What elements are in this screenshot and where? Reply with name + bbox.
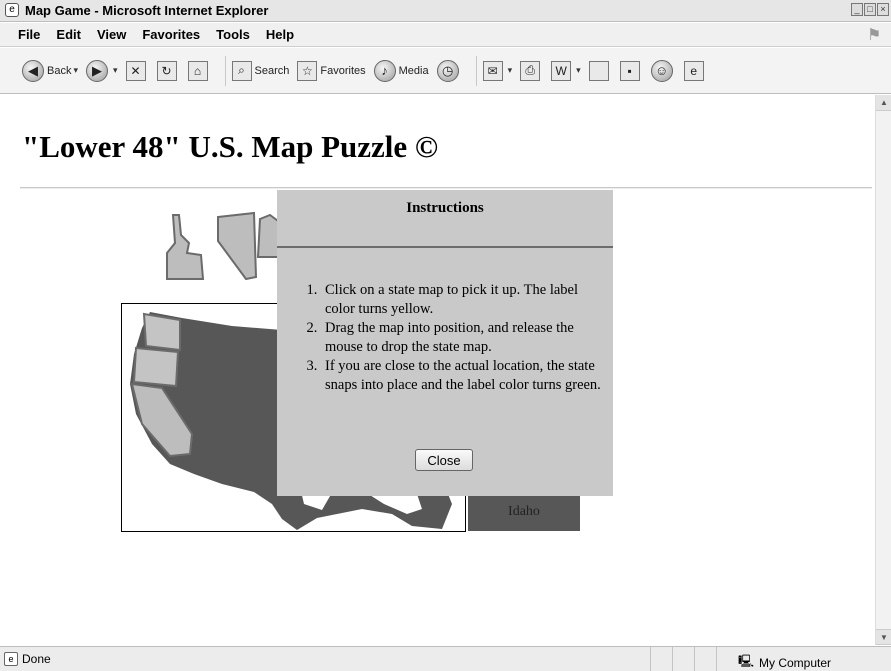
status-cells	[650, 647, 738, 671]
chevron-down-icon[interactable]: ▾	[73, 65, 78, 76]
dialog-title: Instructions	[406, 200, 484, 216]
refresh-button[interactable]: ↻	[156, 60, 180, 81]
windows-logo-icon: ⚑	[867, 27, 882, 44]
zone-label: My Computer	[759, 655, 832, 670]
chevron-down-icon[interactable]: ▾	[113, 65, 118, 76]
favorites-label: Favorites	[320, 64, 366, 77]
dialog-divider	[277, 246, 613, 248]
chevron-down-icon[interactable]: ▾	[508, 65, 513, 76]
toolbar: ◀ Back ▾ ▶ ▾ ✕ ↻ ⌂ ⌕ Search ☆ Favorites …	[0, 48, 891, 94]
mail-button[interactable]: ✉ ▾	[482, 60, 513, 81]
messenger-icon: ☺	[650, 59, 673, 82]
toolbar-divider	[224, 55, 226, 86]
media-label: Media	[398, 64, 429, 77]
scroll-up-icon[interactable]: ▲	[876, 95, 891, 111]
back-arrow-icon: ◀	[22, 59, 44, 82]
back-button[interactable]: ◀ Back ▾	[22, 59, 78, 82]
research-icon: ▪	[619, 60, 640, 81]
ebay-icon: e	[683, 60, 704, 81]
security-zone: 🖳 My Computer	[738, 652, 831, 671]
toolbar-divider	[475, 55, 477, 86]
page-title-text: "Lower 48" U.S. Map Puzzle	[22, 129, 408, 164]
print-button[interactable]: ⎙	[520, 60, 543, 81]
status-cell	[694, 647, 716, 671]
menu-help[interactable]: Help	[266, 27, 294, 42]
menu-view[interactable]: View	[97, 27, 126, 42]
search-icon: ⌕	[231, 60, 252, 81]
copyright-icon: ©	[414, 129, 439, 164]
stop-button[interactable]: ✕	[125, 60, 149, 81]
chevron-down-icon[interactable]: ▾	[576, 65, 581, 76]
menu-tools[interactable]: Tools	[216, 27, 250, 42]
window-controls: _ □ ×	[851, 3, 889, 16]
instructions-list: Click on a state map to pick it up. The …	[301, 281, 601, 395]
media-button[interactable]: ♪ Media	[373, 59, 429, 82]
instructions-dialog: Instructions Click on a state map to pic…	[277, 190, 613, 496]
mail-icon: ✉	[482, 60, 503, 81]
media-icon: ♪	[373, 59, 396, 82]
stop-icon: ✕	[125, 60, 146, 81]
research-button[interactable]: ▪	[619, 60, 643, 81]
page-title: "Lower 48" U.S. Map Puzzle ©	[22, 129, 438, 165]
scroll-down-icon[interactable]: ▼	[876, 629, 891, 645]
instruction-step: Drag the map into position, and release …	[321, 319, 601, 357]
back-label: Back	[47, 64, 72, 77]
history-icon: ◷	[436, 59, 459, 82]
forward-button[interactable]: ▶ ▾	[86, 59, 118, 82]
window-title: Map Game - Microsoft Internet Explorer	[25, 3, 269, 18]
computer-icon: 🖳	[738, 654, 755, 668]
search-button[interactable]: ⌕ Search	[231, 60, 290, 81]
menu-favorites[interactable]: Favorites	[142, 27, 200, 42]
star-icon: ☆	[297, 60, 318, 81]
state-piece-nevada[interactable]	[214, 211, 258, 281]
status-bar: e Done 🖳 My Computer	[0, 646, 891, 671]
home-button[interactable]: ⌂	[187, 60, 211, 81]
discuss-button[interactable]	[588, 60, 612, 81]
state-piece-idaho[interactable]	[163, 213, 207, 283]
search-label: Search	[254, 64, 290, 77]
history-button[interactable]: ◷	[436, 59, 462, 82]
word-icon: W	[551, 60, 572, 81]
status-cell	[716, 647, 738, 671]
forward-arrow-icon: ▶	[86, 59, 108, 82]
status-cell	[672, 647, 694, 671]
edit-button[interactable]: W ▾	[551, 60, 581, 81]
instruction-step: If you are close to the actual location,…	[321, 357, 601, 395]
status-text: Done	[22, 652, 51, 666]
vertical-scrollbar[interactable]: ▲ ▼	[875, 95, 891, 645]
print-icon: ⎙	[520, 60, 541, 81]
instruction-step: Click on a state map to pick it up. The …	[321, 281, 601, 319]
favorites-button[interactable]: ☆ Favorites	[297, 60, 366, 81]
ebay-button[interactable]: e	[683, 60, 707, 81]
refresh-icon: ↻	[156, 60, 177, 81]
page-icon: e	[4, 652, 18, 666]
horizontal-rule	[20, 187, 872, 189]
state-label-box: Idaho	[468, 493, 580, 531]
page-content: "Lower 48" U.S. Map Puzzle © Idaho Instr…	[0, 95, 875, 645]
maximize-icon[interactable]: □	[864, 3, 876, 16]
minimize-icon[interactable]: _	[851, 3, 863, 16]
window-titlebar: e Map Game - Microsoft Internet Explorer…	[0, 0, 891, 22]
close-button[interactable]: Close	[415, 449, 473, 471]
status-cell	[650, 647, 672, 671]
menu-edit[interactable]: Edit	[56, 27, 81, 42]
menu-bar: File Edit View Favorites Tools Help ⚑	[0, 23, 891, 47]
ie-icon: e	[5, 3, 19, 17]
messenger-button[interactable]: ☺	[650, 59, 676, 82]
discuss-icon	[588, 60, 609, 81]
close-window-icon[interactable]: ×	[877, 3, 889, 16]
home-icon: ⌂	[187, 60, 208, 81]
menu-file[interactable]: File	[18, 27, 40, 42]
